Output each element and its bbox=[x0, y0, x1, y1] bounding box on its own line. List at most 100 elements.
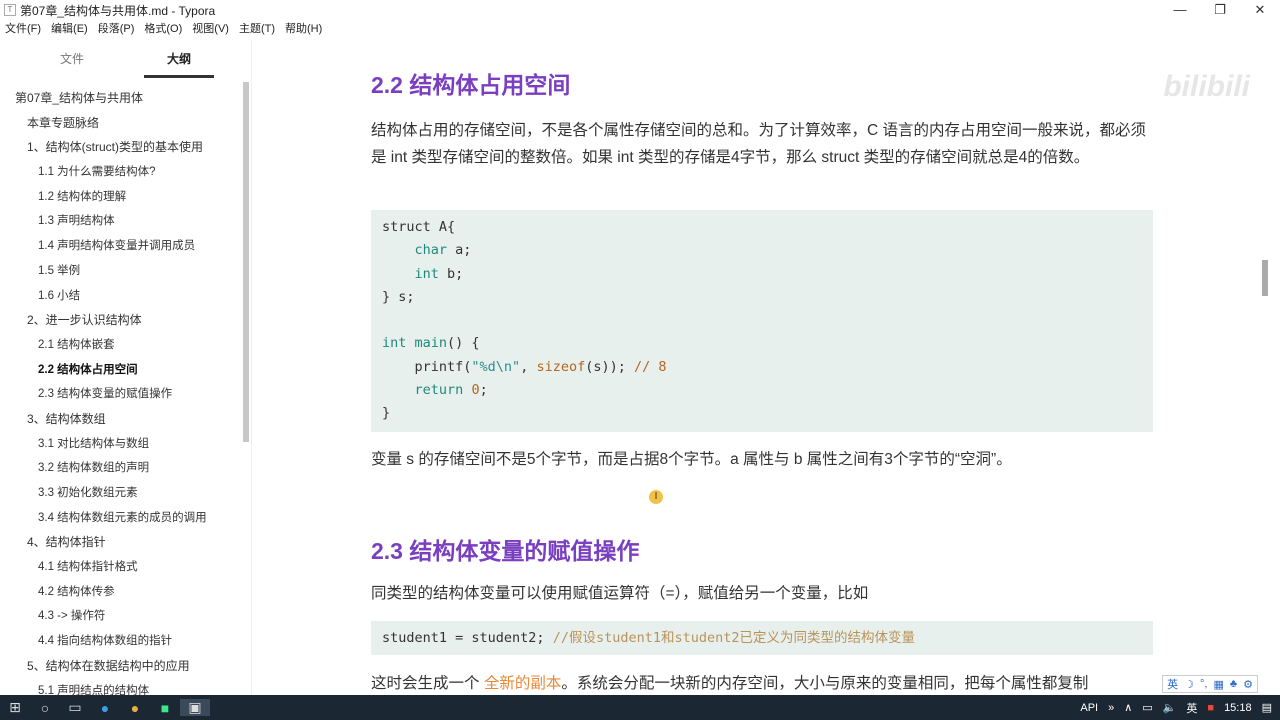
paragraph: 这时会生成一个 全新的副本。系统会分配一块新的内存空间，大小与原来的变量相同，把… bbox=[371, 670, 1171, 695]
ime-indicator[interactable]: 英 bbox=[1186, 700, 1197, 716]
outline-item[interactable]: 1.4 声明结构体变量并调用成员 bbox=[0, 234, 251, 259]
code-token: int bbox=[382, 335, 407, 352]
keyboard-icon[interactable]: ▦ bbox=[1214, 678, 1224, 691]
code-token: char bbox=[414, 242, 448, 259]
outline-item[interactable]: 第07章_结构体与共用体 bbox=[0, 86, 251, 111]
moon-icon[interactable]: ☽ bbox=[1184, 678, 1194, 691]
menu-help[interactable]: 帮助(H) bbox=[280, 20, 327, 38]
chevron-icon[interactable]: » bbox=[1108, 702, 1114, 714]
menu-theme[interactable]: 主题(T) bbox=[234, 20, 280, 38]
outline-item[interactable]: 4.3 -> 操作符 bbox=[0, 604, 251, 629]
typora-taskbar-icon[interactable]: ▣ bbox=[180, 699, 210, 716]
sogou-icon[interactable]: ■ bbox=[1207, 702, 1214, 714]
maximize-button[interactable]: ❐ bbox=[1200, 0, 1240, 20]
code-line: printf("%d\n", sizeof(s)); // 8 bbox=[382, 356, 1142, 379]
skin-icon[interactable]: ♣ bbox=[1230, 678, 1237, 690]
sidebar-scrollbar[interactable] bbox=[243, 82, 249, 442]
code-token: b; bbox=[438, 265, 464, 282]
menu-format[interactable]: 格式(O) bbox=[139, 20, 187, 38]
code-block[interactable]: struct A{ char a; int b;} s; int main() … bbox=[371, 210, 1153, 432]
menu-paragraph[interactable]: 段落(P) bbox=[93, 20, 140, 38]
outline-item[interactable]: 本章专题脉络 bbox=[0, 111, 251, 136]
code-token: (s)); bbox=[585, 358, 635, 375]
code-token: () { bbox=[447, 335, 480, 352]
ime-lang[interactable]: 英 bbox=[1167, 676, 1178, 692]
outline-item[interactable]: 1.3 声明结构体 bbox=[0, 209, 251, 234]
minimize-button[interactable]: — bbox=[1160, 0, 1200, 20]
tray-up-icon[interactable]: ∧ bbox=[1124, 701, 1132, 714]
clock[interactable]: 15:18 bbox=[1224, 702, 1252, 714]
editor[interactable]: bilibili 2.2 结构体占用空间 结构体占用的存储空间，不是各个属性存储… bbox=[253, 40, 1270, 695]
code-token: return bbox=[414, 382, 464, 399]
code-token: sizeof bbox=[536, 358, 586, 375]
code-token: , bbox=[520, 358, 537, 375]
outline-item[interactable]: 3.4 结构体数组元素的成员的调用 bbox=[0, 506, 251, 531]
outline-item[interactable]: 4.2 结构体传参 bbox=[0, 580, 251, 605]
code-token: int bbox=[414, 265, 439, 282]
tab-outline[interactable]: 大纲 bbox=[144, 40, 214, 78]
outline-item[interactable]: 1.1 为什么需要结构体? bbox=[0, 160, 251, 185]
menu-view[interactable]: 视图(V) bbox=[187, 20, 234, 38]
outline-item[interactable]: 2.1 结构体嵌套 bbox=[0, 333, 251, 358]
code-token: student1 = student2; bbox=[382, 630, 553, 646]
windows-start-icon[interactable]: ⊞ bbox=[0, 699, 30, 716]
outline-item[interactable]: 2.3 结构体变量的赋值操作 bbox=[0, 382, 251, 407]
punct-icon[interactable]: °, bbox=[1200, 678, 1207, 690]
code-block[interactable]: student1 = student2; //假设student1和studen… bbox=[371, 621, 1153, 655]
menu-file[interactable]: 文件(F) bbox=[0, 20, 46, 38]
code-line: int main() { bbox=[382, 332, 1142, 355]
outline-item[interactable]: 1.2 结构体的理解 bbox=[0, 185, 251, 210]
taskbar: ⊞ ○ ▭ ● ● ■ ▣ API » ∧ ▭ 🔈 英 ■ 15:18 ▤ bbox=[0, 695, 1280, 720]
task-view-icon[interactable]: ▭ bbox=[60, 699, 90, 716]
paragraph: 结构体占用的存储空间，不是各个属性存储空间的总和。为了计算效率，C 语言的内存占… bbox=[371, 122, 1147, 166]
sidebar: 文件 大纲 第07章_结构体与共用体 本章专题脉络 1、结构体(struct)类型的… bbox=[0, 40, 252, 697]
outline-item[interactable]: 3、结构体数组 bbox=[0, 407, 251, 432]
code-line: } bbox=[382, 402, 1142, 425]
outline-item[interactable]: 1.5 举例 bbox=[0, 259, 251, 284]
notification-icon[interactable]: ▤ bbox=[1262, 701, 1272, 714]
outline-item[interactable]: 1、结构体(struct)类型的基本使用 bbox=[0, 135, 251, 160]
outline-item[interactable]: 4、结构体指针 bbox=[0, 530, 251, 555]
chrome-icon[interactable]: ● bbox=[120, 700, 150, 716]
outline-item[interactable]: 2、进一步认识结构体 bbox=[0, 308, 251, 333]
outline-item[interactable]: 1.6 小结 bbox=[0, 284, 251, 309]
edge-icon[interactable]: ● bbox=[90, 700, 120, 716]
outline-item[interactable]: 5、结构体在数据结构中的应用 bbox=[0, 654, 251, 679]
api-label[interactable]: API bbox=[1080, 702, 1098, 714]
code-token: printf( bbox=[382, 358, 472, 375]
code-line: char a; bbox=[382, 239, 1142, 262]
editor-scrollbar[interactable] bbox=[1262, 260, 1268, 296]
menu-edit[interactable]: 编辑(E) bbox=[46, 20, 93, 38]
tab-files[interactable]: 文件 bbox=[0, 40, 144, 78]
outline-item[interactable]: 4.4 指向结构体数组的指针 bbox=[0, 629, 251, 654]
highlight-text: 全新的副本 bbox=[483, 675, 562, 692]
code-token: // 8 bbox=[634, 358, 667, 375]
code-token: "%d\n" bbox=[471, 358, 521, 375]
outline-item[interactable]: 2.2 结构体占用空间 bbox=[0, 358, 251, 383]
heading-2-2: 2.2 结构体占用空间 bbox=[371, 72, 571, 98]
ime-toolbar[interactable]: 英 ☽ °, ▦ ♣ ⚙ bbox=[1162, 675, 1258, 693]
network-icon[interactable]: ▭ bbox=[1142, 701, 1152, 714]
settings-icon[interactable]: ⚙ bbox=[1243, 678, 1253, 691]
outline-item[interactable]: 3.1 对比结构体与数组 bbox=[0, 432, 251, 457]
code-line: int b; bbox=[382, 263, 1142, 286]
volume-icon[interactable]: 🔈 bbox=[1163, 701, 1177, 714]
outline-item[interactable]: 3.3 初始化数组元素 bbox=[0, 481, 251, 506]
outline-item[interactable]: 3.2 结构体数组的声明 bbox=[0, 456, 251, 481]
code-token: main bbox=[414, 335, 448, 352]
code-line: student1 = student2; //假设student1和studen… bbox=[382, 627, 1142, 650]
ide-icon[interactable]: ■ bbox=[150, 700, 180, 716]
code-token: 0 bbox=[471, 382, 480, 399]
paragraph: 同类型的结构体变量可以使用赋值运算符（=），赋值给另一个变量，比如 bbox=[371, 585, 869, 602]
text: 这时会生成一个 bbox=[371, 675, 484, 692]
code-token: struct A{ bbox=[382, 219, 456, 235]
search-icon[interactable]: ○ bbox=[30, 700, 60, 716]
close-button[interactable]: ✕ bbox=[1240, 0, 1280, 20]
heading-2-3: 2.3 结构体变量的赋值操作 bbox=[371, 538, 640, 564]
outline-item[interactable]: 4.1 结构体指针格式 bbox=[0, 555, 251, 580]
code-line: struct A{ bbox=[382, 216, 1142, 239]
